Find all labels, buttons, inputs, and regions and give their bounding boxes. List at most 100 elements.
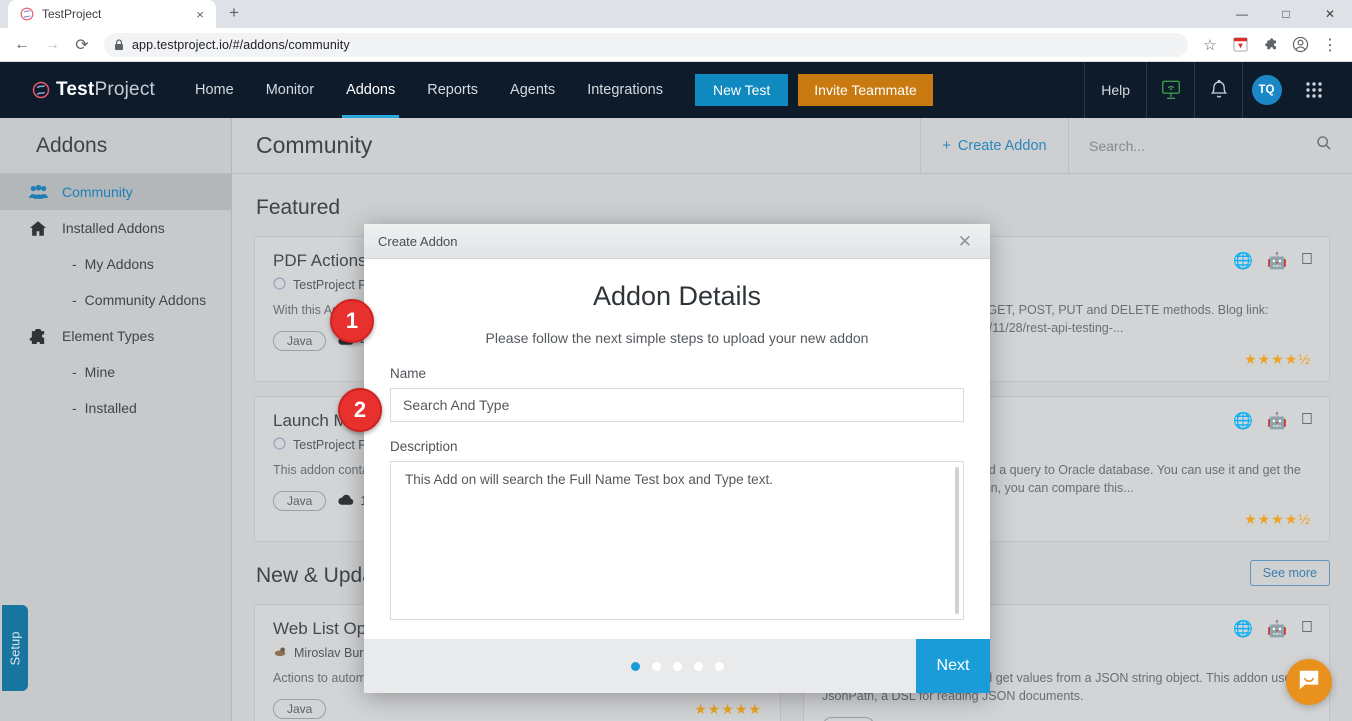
step-dot-3[interactable] — [672, 661, 682, 671]
browser-tab[interactable]: TestProject × — [8, 0, 216, 28]
bell-icon[interactable] — [1194, 62, 1242, 118]
language-chip: Java — [273, 699, 327, 720]
browser-tab-title: TestProject — [42, 7, 102, 21]
browser-tabstrip: TestProject × + — □ ✕ — [0, 0, 1352, 28]
dialog-heading: Addon Details — [592, 281, 762, 311]
language-chip: Java — [822, 717, 876, 721]
nav-link-home[interactable]: Home — [179, 62, 250, 118]
browser-chrome: TestProject × + — □ ✕ ← → ⟳ app.testproj… — [0, 0, 1352, 62]
sidebar-item-label: Installed Addons — [62, 220, 165, 236]
plus-icon: + — [942, 137, 951, 154]
chat-bubble-icon — [1297, 668, 1321, 697]
page-title: Community — [256, 132, 373, 158]
browser-toolbar: ← → ⟳ app.testproject.io/#/addons/commun… — [0, 28, 1352, 62]
help-link[interactable]: Help — [1084, 62, 1146, 118]
nav-link-reports[interactable]: Reports — [411, 62, 494, 118]
close-icon[interactable]: ✕ — [954, 231, 976, 252]
browser-menu-icon[interactable]: ⋮ — [1316, 31, 1344, 59]
brand-text: TestProject — [56, 79, 155, 101]
testproject-logo-icon — [273, 437, 286, 453]
nav-link-integrations[interactable]: Integrations — [571, 62, 679, 118]
dialog-body: Addon Details Please follow the next sim… — [364, 259, 990, 639]
nav-link-monitor[interactable]: Monitor — [250, 62, 330, 118]
step-dot-4[interactable] — [693, 661, 703, 671]
search-input[interactable] — [1089, 137, 1308, 154]
sidebar-item-mine[interactable]: - Mine — [0, 354, 231, 390]
create-addon-button[interactable]: + Create Addon — [920, 118, 1068, 174]
window-close-button[interactable]: ✕ — [1308, 0, 1352, 28]
sidebar-item-element-types[interactable]: Element Types — [0, 318, 231, 354]
rating-stars: ★★★★½ — [1244, 510, 1311, 527]
puzzle-icon[interactable] — [1256, 31, 1284, 59]
sidebar-item-label: Mine — [84, 364, 116, 380]
dialog-title-bar: Create Addon ✕ — [364, 224, 990, 259]
reload-icon[interactable]: ⟳ — [68, 31, 96, 59]
name-field-label: Name — [390, 366, 427, 381]
invite-teammate-button[interactable]: Invite Teammate — [798, 74, 933, 106]
window-maximize-button[interactable]: □ — [1264, 0, 1308, 28]
web-icon: 🌐 — [1233, 621, 1254, 638]
address-bar-url: app.testproject.io/#/addons/community — [132, 37, 350, 52]
back-icon[interactable]: ← — [8, 31, 36, 59]
setup-tab-label: Setup — [7, 631, 23, 665]
lock-icon — [114, 38, 124, 51]
see-more-button[interactable]: See more — [1249, 560, 1330, 586]
address-bar[interactable]: app.testproject.io/#/addons/community — [104, 32, 1188, 57]
search-box[interactable] — [1068, 118, 1352, 174]
main-header: Community + Create Addon — [232, 118, 1352, 174]
dialog-title: Create Addon — [378, 233, 458, 249]
description-field-wrapper — [390, 461, 964, 625]
platform-icons: 🌐 🤖  — [1233, 251, 1313, 271]
create-addon-label: Create Addon — [957, 137, 1047, 154]
search-icon[interactable] — [1316, 135, 1332, 156]
nav-link-addons[interactable]: Addons — [330, 62, 411, 118]
description-input[interactable] — [390, 461, 964, 620]
addon-card-footer: Java ★★★★★ — [273, 699, 762, 720]
sidebar-item-label: Community — [62, 184, 133, 200]
profile-icon[interactable] — [1286, 31, 1314, 59]
sub-bullet: - — [72, 400, 77, 416]
bookmark-star-icon[interactable]: ☆ — [1196, 31, 1224, 59]
sidebar-item-community-addons[interactable]: - Community Addons — [0, 282, 231, 318]
sidebar-item-community[interactable]: Community — [0, 174, 231, 210]
web-icon: 🌐 — [1233, 253, 1254, 270]
android-icon: 🤖 — [1267, 413, 1287, 430]
nav-link-agents[interactable]: Agents — [494, 62, 571, 118]
window-minimize-button[interactable]: — — [1220, 0, 1264, 28]
language-chip: Java — [273, 331, 327, 352]
sub-bullet: - — [72, 256, 77, 272]
intercom-chat-button[interactable] — [1286, 659, 1332, 705]
step-dots — [364, 661, 990, 671]
avatar[interactable]: TQ — [1242, 62, 1290, 118]
forward-icon[interactable]: → — [38, 31, 66, 59]
step-dot-2[interactable] — [651, 661, 661, 671]
name-input[interactable] — [390, 388, 964, 422]
description-scrollbar[interactable] — [955, 467, 959, 614]
step-dot-1[interactable] — [630, 661, 640, 671]
apps-grid-icon[interactable] — [1290, 62, 1338, 118]
sidebar-item-installed[interactable]: - Installed — [0, 390, 231, 426]
agent-monitor-icon[interactable] — [1146, 62, 1194, 118]
language-chip: Java — [273, 491, 327, 512]
new-tab-icon[interactable]: + — [220, 0, 248, 27]
avatar-initials: TQ — [1251, 75, 1282, 105]
brand-logo[interactable]: TestProject — [0, 79, 179, 101]
tab-close-icon[interactable]: × — [192, 6, 208, 22]
testproject-logo-icon — [32, 81, 50, 99]
platform-icons: 🌐 🤖  — [1233, 619, 1313, 639]
sidebar-item-installed-addons[interactable]: Installed Addons — [0, 210, 231, 246]
addon-card-footer: Java ★★★★★ — [822, 717, 1311, 721]
navbar-right-group: Help TQ — [1084, 62, 1352, 118]
extension-icon[interactable] — [1226, 31, 1254, 59]
brand-light: Project — [94, 79, 156, 100]
apple-icon:  — [1301, 411, 1313, 431]
sidebar-item-label: Community Addons — [84, 292, 207, 308]
top-navbar: TestProject Home Monitor Addons Reports … — [0, 62, 1352, 118]
new-test-button[interactable]: New Test — [694, 74, 789, 106]
setup-tab[interactable]: Setup — [2, 605, 28, 691]
rating-stars: ★★★★½ — [1244, 350, 1311, 367]
step-dot-5[interactable] — [714, 661, 724, 671]
description-field-label: Description — [390, 439, 458, 454]
sidebar-item-label: Element Types — [62, 328, 155, 344]
sidebar-item-my-addons[interactable]: - My Addons — [0, 246, 231, 282]
